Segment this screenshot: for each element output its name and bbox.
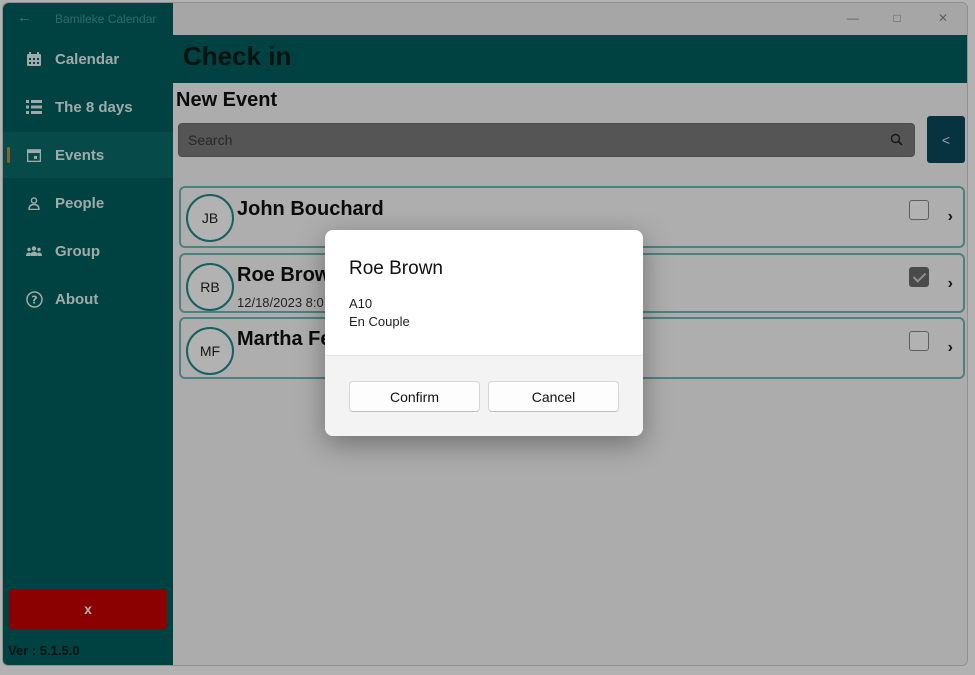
confirm-button[interactable]: Confirm bbox=[349, 381, 480, 412]
dialog-detail-status: En Couple bbox=[349, 314, 410, 329]
dialog-detail-table: A10 bbox=[349, 296, 373, 311]
dialog-footer: Confirm Cancel bbox=[325, 355, 643, 436]
checkin-dialog: Roe Brown A10 En Couple Confirm Cancel bbox=[325, 230, 643, 436]
cancel-button[interactable]: Cancel bbox=[488, 381, 619, 412]
dialog-title: Roe Brown bbox=[349, 258, 443, 279]
